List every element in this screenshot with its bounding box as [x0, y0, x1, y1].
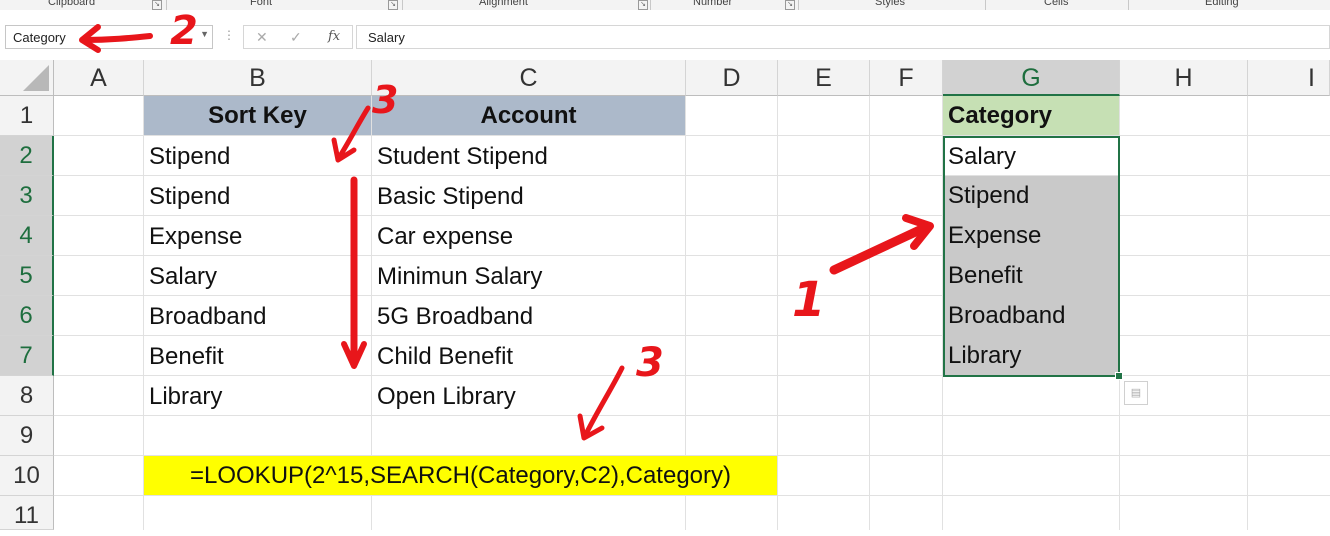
annotation-number-3-top: 3: [372, 78, 399, 122]
arrow-near-formula: [583, 365, 625, 437]
arrow-to-category: [829, 223, 929, 275]
annotation-number-3-bottom: 3: [636, 340, 664, 386]
arrow-to-name-box: [81, 33, 153, 43]
annotation-number-1: 1: [792, 272, 826, 328]
annotation-number-2: 2: [170, 8, 198, 54]
annotation-layer: [79, 24, 934, 441]
